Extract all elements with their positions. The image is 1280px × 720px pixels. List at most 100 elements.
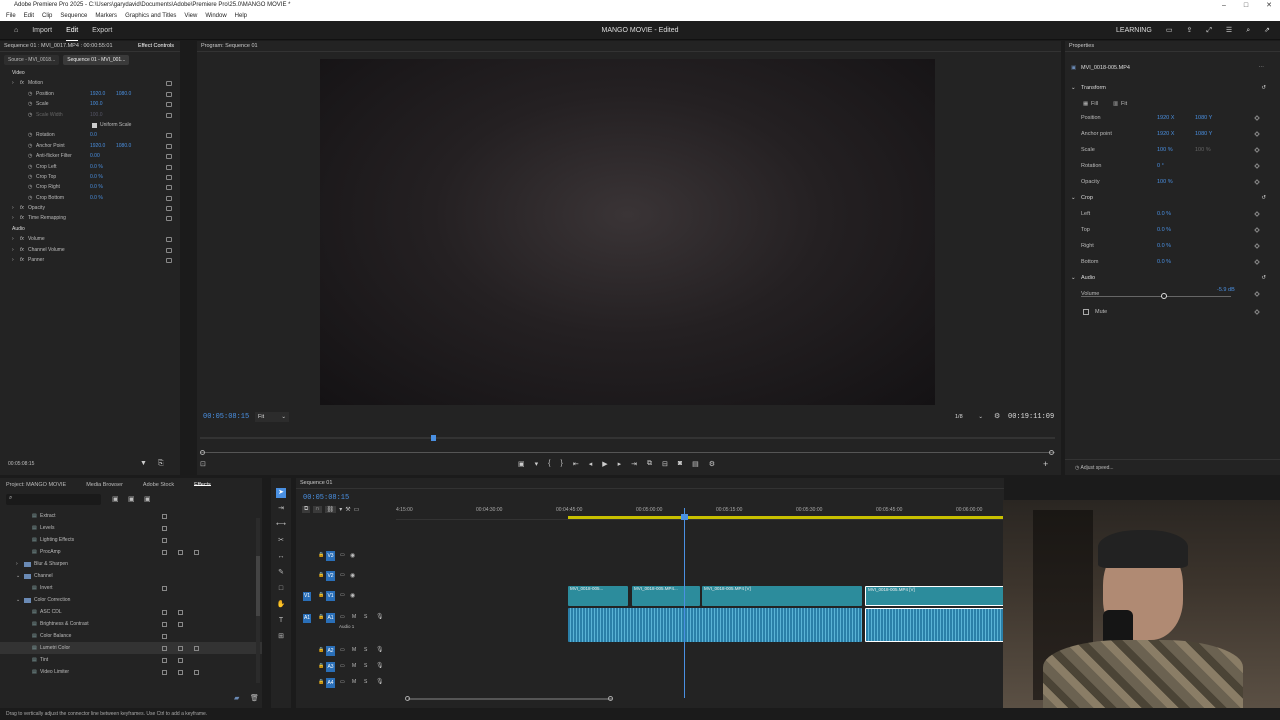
effect-row[interactable]: ◷ Crop Left 0.0 % <box>0 162 180 172</box>
keyframe-icon[interactable] <box>1254 147 1260 153</box>
chevron-right-icon[interactable]: › <box>12 203 14 213</box>
lock-icon[interactable]: 🔒 <box>318 614 324 620</box>
microphone-icon[interactable]: 🎙 <box>376 646 384 653</box>
program-time-ruler[interactable] <box>200 426 1055 442</box>
chevron-right-icon[interactable]: › <box>12 78 14 88</box>
reset-icon[interactable] <box>166 195 172 201</box>
step-back-icon[interactable]: ◂ <box>589 460 593 468</box>
sync-lock-icon[interactable]: ▭ <box>340 572 345 578</box>
effect-row[interactable]: › fx Volume <box>0 234 180 244</box>
tab-adobe-stock[interactable]: Adobe Stock <box>143 482 174 488</box>
sequence-tab[interactable]: Sequence 01 - MVI_001... <box>63 55 130 65</box>
pen-tool-icon[interactable]: ✎ <box>276 568 286 578</box>
zoom-scrollbar[interactable] <box>200 449 1055 457</box>
sync-lock-icon[interactable]: ▭ <box>340 592 345 598</box>
reset-icon[interactable] <box>166 133 172 139</box>
property-value[interactable]: 100 % <box>1157 142 1173 158</box>
tab-project[interactable]: Project: MANGO MOVIE <box>6 482 66 488</box>
keyframe-icon[interactable] <box>1254 131 1260 137</box>
sync-lock-icon[interactable]: ▭ <box>340 552 345 558</box>
stopwatch-icon[interactable]: ◷ <box>28 89 32 99</box>
crop-value[interactable]: 0.0 % <box>1157 254 1171 270</box>
eye-icon[interactable]: ◉ <box>350 572 355 579</box>
video-clip[interactable]: MVI_0018-005.MP4... <box>632 586 700 606</box>
video-clip[interactable]: MVI_0018-005.MP4 [V] <box>865 586 1004 606</box>
play-icon[interactable]: ▶ <box>602 460 607 468</box>
lock-icon[interactable]: 🔒 <box>318 592 324 598</box>
stopwatch-icon[interactable]: ◷ <box>28 151 32 161</box>
effect-row[interactable]: ◷ Anti-flicker Filter 0.00 <box>0 151 180 161</box>
microphone-icon[interactable]: 🎙 <box>376 678 384 685</box>
chevron-right-icon[interactable]: › <box>16 558 18 570</box>
effect-list-item[interactable]: ▤ Extract <box>0 510 262 522</box>
lock-icon[interactable]: 🔒 <box>318 572 324 578</box>
effect-list-item[interactable]: ▤ Invert <box>0 582 262 594</box>
sync-lock-icon[interactable]: ▭ <box>340 614 345 620</box>
menu-window[interactable]: Window <box>205 11 226 21</box>
fx-icon[interactable]: fx <box>20 78 24 88</box>
workspace-label[interactable]: LEARNING <box>1116 21 1152 40</box>
filter-icon[interactable]: ▼ <box>140 460 147 467</box>
effect-row[interactable]: › fx Opacity <box>0 203 180 213</box>
source-patch-toggle[interactable]: A1 <box>303 614 311 623</box>
keyframe-icon[interactable] <box>1254 309 1260 315</box>
new-folder-icon[interactable]: ▰ <box>234 694 239 702</box>
chevron-down-icon[interactable]: ⌄ <box>1071 80 1076 96</box>
menu-edit[interactable]: Edit <box>24 11 34 21</box>
lock-icon[interactable]: 🔒 <box>318 679 324 685</box>
effect-list-item[interactable]: ▤ Color Balance <box>0 630 262 642</box>
reset-icon[interactable] <box>166 112 172 118</box>
chevron-right-icon[interactable]: › <box>12 245 14 255</box>
solo-s-button[interactable]: S <box>364 614 367 620</box>
stopwatch-icon[interactable]: ◷ <box>28 162 32 172</box>
effect-list-item[interactable]: ▤ Lighting Effects <box>0 534 262 546</box>
home-icon[interactable]: ⌂ <box>14 21 18 41</box>
lock-icon[interactable]: 🔒 <box>318 552 324 558</box>
insert-marker-icon[interactable]: ⊡ <box>200 460 206 468</box>
search-icon[interactable]: ⌕ <box>1246 21 1250 40</box>
stopwatch-icon[interactable]: ◷ <box>28 110 32 120</box>
uniform-scale-checkbox[interactable] <box>92 122 97 128</box>
effect-value[interactable]: 1080.0 <box>116 141 131 151</box>
effect-row[interactable]: Uniform Scale <box>0 120 180 130</box>
video-frame[interactable] <box>320 59 935 405</box>
mark-in-icon[interactable]: { <box>548 460 550 468</box>
sync-lock-icon[interactable]: ▭ <box>340 663 345 669</box>
program-timecode-left[interactable]: 00:05:08:15 <box>203 413 249 421</box>
reset-icon[interactable] <box>166 81 172 87</box>
effect-row[interactable]: ◷ Crop Bottom 0.0 % <box>0 193 180 203</box>
reset-icon[interactable] <box>166 91 172 97</box>
effect-row[interactable]: ◷ Crop Top 0.0 % <box>0 172 180 182</box>
type-tool-icon[interactable]: T <box>276 616 286 626</box>
chevron-down-icon[interactable]: ⌄ <box>16 570 20 582</box>
audio-section[interactable]: Audio <box>1081 270 1095 286</box>
add-marker-icon[interactable]: ▾ <box>535 460 539 468</box>
menu-view[interactable]: View <box>184 11 197 21</box>
reset-icon[interactable]: ↺ <box>1261 190 1266 206</box>
add-button-icon[interactable]: + <box>1043 459 1048 469</box>
effect-value[interactable]: 100.0 <box>90 110 103 120</box>
adjust-speed-button[interactable]: ◷ Adjust speed... <box>1065 459 1280 475</box>
effect-list-item[interactable]: ▤ ProcAmp <box>0 546 262 558</box>
transform-section[interactable]: Transform <box>1081 80 1106 96</box>
audio-clip[interactable] <box>568 608 862 642</box>
lock-icon[interactable]: 🔒 <box>318 663 324 669</box>
effect-row[interactable]: ◷ Scale Width 100.0 <box>0 110 180 120</box>
reset-icon[interactable] <box>166 247 172 253</box>
effect-list-item[interactable]: ⌄ Channel <box>0 570 262 582</box>
track-name[interactable]: A4 <box>326 678 335 688</box>
keyframe-icon[interactable] <box>1254 291 1260 297</box>
reset-icon[interactable] <box>166 216 172 222</box>
panel-menu-icon[interactable]: ☰ <box>1226 21 1232 40</box>
crop-value[interactable]: 0.0 % <box>1157 238 1171 254</box>
program-playhead[interactable] <box>430 435 436 441</box>
effect-row[interactable]: ◷ Anchor Point 1920.0 1080.0 <box>0 141 180 151</box>
effect-value[interactable]: 0.0 % <box>90 193 103 203</box>
stopwatch-icon[interactable]: ◷ <box>28 172 32 182</box>
effect-row[interactable]: › fx Time Remapping <box>0 213 180 223</box>
fit-dropdown[interactable]: Fit ⌄ <box>255 412 289 422</box>
effect-row[interactable]: › fx Motion <box>0 78 180 88</box>
lock-icon[interactable]: 🔒 <box>318 647 324 653</box>
solo-s-button[interactable]: S <box>364 663 367 669</box>
solo-s-button[interactable]: S <box>364 679 367 685</box>
